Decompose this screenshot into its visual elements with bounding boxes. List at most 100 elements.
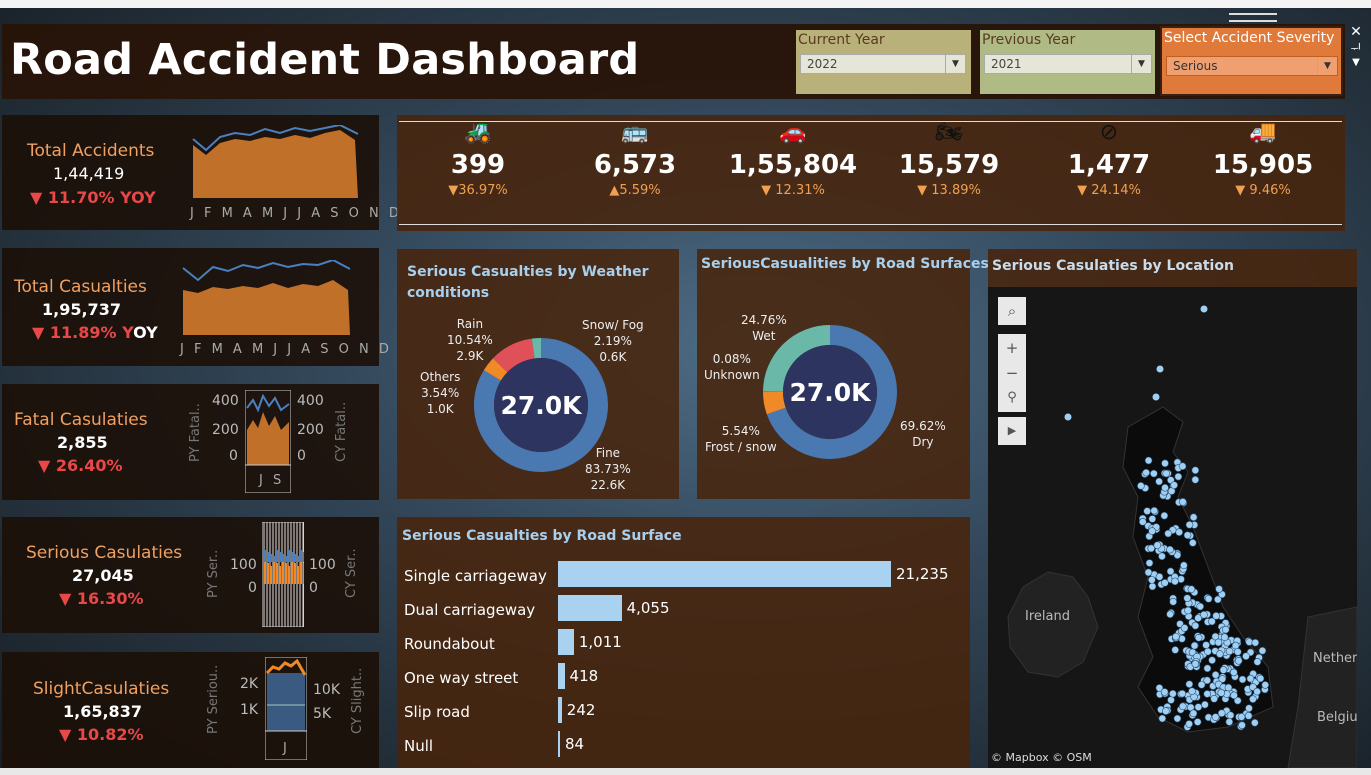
kpi-label: Total Casualties bbox=[14, 277, 147, 297]
sparkline-total-casualties bbox=[182, 260, 351, 335]
donut-total: 27.0K bbox=[789, 378, 872, 407]
play-icon[interactable]: ▶ bbox=[998, 417, 1026, 445]
axis-tick: 100 bbox=[309, 557, 336, 573]
label-fine: Fine 83.73% 22.6K bbox=[585, 446, 631, 492]
bar-value-label: 84 bbox=[565, 735, 585, 753]
severity-dropdown[interactable]: Serious ▼ bbox=[1166, 56, 1338, 76]
kpi-value: 1,44,419 bbox=[53, 164, 125, 183]
kpi-value: 2,855 bbox=[57, 433, 108, 452]
vehicle-kpi: ⊘ 1,477 ▼ 24.14% bbox=[1034, 120, 1184, 198]
label-snow-fog: Snow/ Fog 2.19% 0.6K bbox=[582, 318, 644, 364]
kpi-yoy: ▼ 10.82% bbox=[59, 725, 144, 744]
vehicle-value: 6,573 bbox=[593, 150, 677, 180]
donut-total: 27.0K bbox=[500, 391, 583, 420]
bar[interactable] bbox=[558, 561, 891, 587]
drag-handle[interactable] bbox=[1229, 13, 1277, 22]
vehicle-yoy: ▲5.59% bbox=[609, 183, 661, 198]
vehicle-yoy: ▼ 24.14% bbox=[1077, 183, 1141, 198]
map-attribution[interactable]: © Mapbox © OSM bbox=[991, 751, 1092, 764]
weather-title: Serious Casualties by Weather bbox=[407, 264, 649, 280]
bar-category-label: Roundabout bbox=[404, 635, 495, 653]
chevron-down-icon[interactable]: ▼ bbox=[945, 55, 965, 73]
kpi-yoy: ▼ 16.30% bbox=[59, 589, 144, 608]
map-label-ireland: Ireland bbox=[1025, 609, 1070, 624]
kpi-value: 1,95,737 bbox=[42, 300, 121, 319]
bar-value-label: 1,011 bbox=[578, 633, 622, 651]
axis-tick: 0 bbox=[229, 448, 238, 464]
axis-tick: 200 bbox=[297, 422, 324, 438]
vehicle-value: 399 bbox=[450, 150, 506, 180]
bar[interactable] bbox=[558, 629, 574, 655]
vehicle-value: 15,579 bbox=[898, 150, 1000, 180]
map-title: Serious Casulaties by Location bbox=[992, 258, 1234, 274]
filter-current-year[interactable]: Current Year 2022 ▼ bbox=[796, 30, 971, 94]
py-axis-title: PY Seriou.. bbox=[206, 664, 221, 734]
bar[interactable] bbox=[558, 731, 560, 757]
top-edge bbox=[0, 0, 1371, 8]
search-icon[interactable]: ⌕ bbox=[998, 297, 1026, 325]
filter-previous-year[interactable]: Previous Year 2021 ▼ bbox=[980, 30, 1155, 94]
sparkline-total-accidents bbox=[192, 125, 359, 198]
no-entry-icon: ⊘ bbox=[1099, 120, 1119, 145]
cy-axis-title: CY Ser.. bbox=[344, 548, 359, 598]
chevron-down-icon[interactable]: ▼ bbox=[1131, 55, 1151, 73]
axis-tick: 2K bbox=[240, 676, 259, 692]
uk-map[interactable]: Ireland Nether Belgiu © Mapbox © OSM bbox=[988, 287, 1357, 768]
donut-slice[interactable] bbox=[531, 338, 542, 359]
donut-slice[interactable] bbox=[763, 391, 786, 415]
car-icon: 🚗 bbox=[779, 120, 807, 145]
bar[interactable] bbox=[558, 595, 622, 621]
kpi-yoy: ▼ 11.70% YOY bbox=[30, 188, 156, 207]
axis-tick: 100 bbox=[230, 557, 257, 573]
bar-value-label: 4,055 bbox=[626, 599, 670, 617]
current-year-dropdown[interactable]: 2022 ▼ bbox=[800, 54, 966, 74]
zoom-in-icon[interactable]: + bbox=[998, 334, 1026, 362]
vehicle-yoy: ▼ 9.46% bbox=[1235, 183, 1291, 198]
page-title: Road Accident Dashboard bbox=[10, 35, 640, 85]
bar[interactable] bbox=[558, 697, 562, 723]
vehicle-yoy: ▼36.97% bbox=[448, 183, 508, 198]
pin-icon[interactable]: ᅱ bbox=[1345, 40, 1367, 57]
bar-category-label: Single carriageway bbox=[404, 567, 547, 585]
filter-label: Previous Year bbox=[982, 32, 1076, 48]
bar[interactable] bbox=[558, 663, 565, 689]
kpi-serious bbox=[2, 517, 379, 633]
axis-tick: 10K bbox=[313, 682, 340, 698]
chevron-down-icon[interactable]: ▼ bbox=[1317, 57, 1337, 75]
kpi-value: 1,65,837 bbox=[63, 702, 142, 721]
bar-category-label: Slip road bbox=[404, 703, 470, 721]
tractor-icon: 🚜 bbox=[464, 120, 492, 145]
vehicle-kpi: 🚗 1,55,804 ▼ 12.31% bbox=[718, 120, 868, 198]
month-axis: J F M A M J J A S O N D bbox=[190, 206, 402, 221]
axis-tick: 0 bbox=[248, 580, 257, 596]
kpi-label: Total Accidents bbox=[27, 141, 155, 161]
label-dry: 69.62% Dry bbox=[900, 419, 946, 449]
axis-tick: 5K bbox=[313, 706, 332, 722]
py-axis-title: PY Fatal.. bbox=[188, 403, 203, 462]
close-icon[interactable]: ✕ bbox=[1345, 24, 1367, 40]
month-axis: J F M A M J J A S O N D bbox=[180, 342, 392, 357]
kpi-yoy: ▼ 26.40% bbox=[38, 456, 123, 475]
previous-year-dropdown[interactable]: 2021 ▼ bbox=[984, 54, 1152, 74]
toolbar-icons: ✕ ᅱ ▼ bbox=[1345, 24, 1367, 88]
map-label-belgium: Belgiu bbox=[1317, 710, 1357, 725]
bar-value-label: 242 bbox=[566, 701, 596, 719]
label-frost: 5.54% Frost / snow bbox=[705, 424, 777, 454]
divider bbox=[399, 224, 1342, 225]
axis-tick: 0 bbox=[297, 448, 306, 464]
filter-severity[interactable]: Select Accident Severity Serious ▼ bbox=[1160, 26, 1343, 96]
zoom-out-icon[interactable]: − bbox=[998, 359, 1026, 387]
axis-tick: 400 bbox=[212, 393, 239, 409]
map-canvas[interactable] bbox=[988, 287, 1357, 768]
cy-axis-title: CY Slight.. bbox=[350, 667, 365, 734]
donut-slice[interactable] bbox=[483, 358, 508, 381]
axis-tick: 0 bbox=[309, 580, 318, 596]
bottom-edge bbox=[0, 768, 1371, 775]
truck-icon: 🚚 bbox=[1249, 120, 1277, 145]
pin-icon[interactable]: ⚲ bbox=[998, 384, 1026, 412]
bar-category-label: Null bbox=[404, 737, 434, 755]
serious-mini-chart bbox=[262, 522, 304, 627]
label-unknown: 0.08% Unknown bbox=[704, 352, 760, 382]
kpi-label: Fatal Casulaties bbox=[14, 410, 148, 430]
chevron-down-icon[interactable]: ▼ bbox=[1345, 57, 1367, 68]
